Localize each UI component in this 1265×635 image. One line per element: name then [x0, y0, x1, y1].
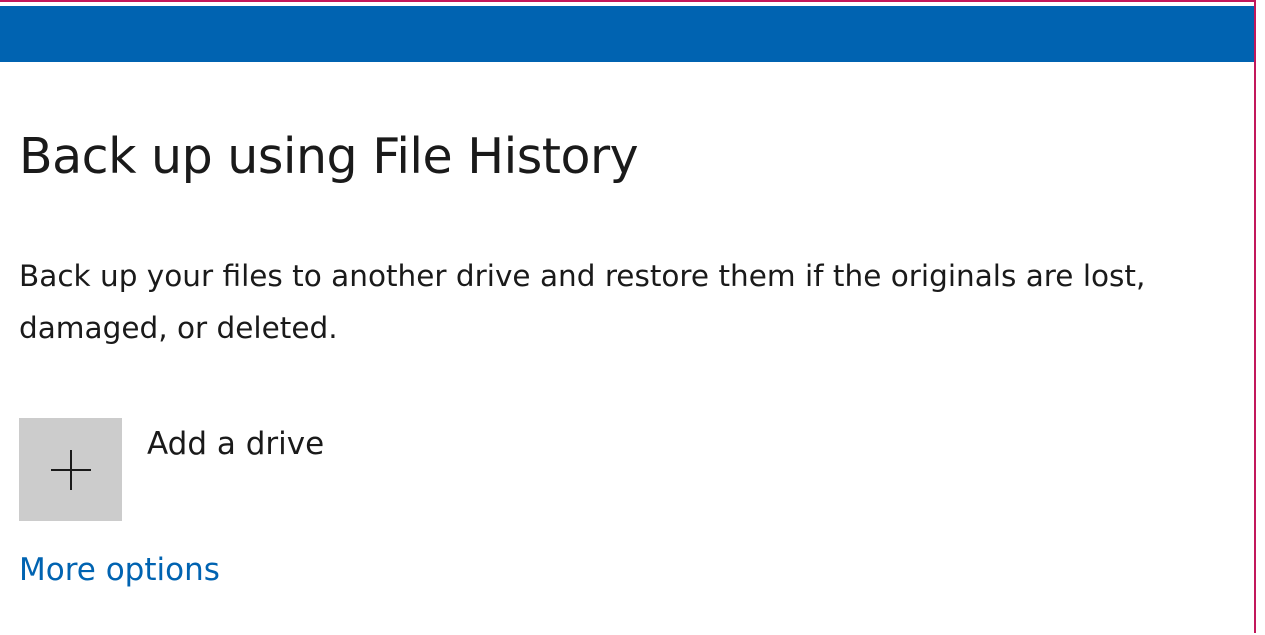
page-description: Back up your files to another drive and …	[19, 259, 1146, 345]
add-drive-label[interactable]: Add a drive	[147, 426, 324, 462]
add-drive-button[interactable]: Add a drive	[19, 418, 324, 522]
backup-page: Back up using File History Back up your …	[19, 62, 1254, 633]
more-options-link[interactable]: More options	[19, 552, 220, 588]
page-title: Back up using File History	[19, 128, 639, 185]
add-drive-tile[interactable]	[19, 418, 122, 521]
settings-window: Back up using File History Back up your …	[0, 0, 1256, 633]
title-bar[interactable]	[0, 6, 1254, 62]
